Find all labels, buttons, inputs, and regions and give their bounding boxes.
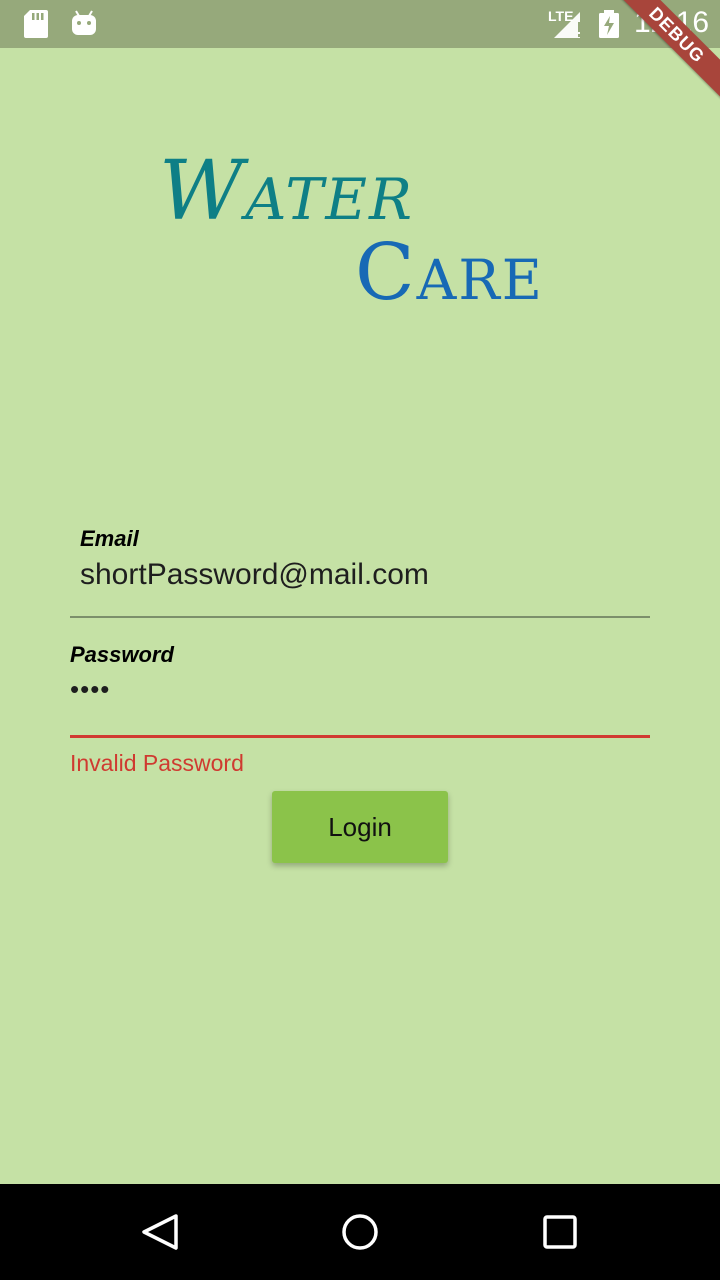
navigation-bar bbox=[0, 1184, 720, 1280]
recents-icon[interactable] bbox=[536, 1208, 584, 1256]
home-icon[interactable] bbox=[336, 1208, 384, 1256]
email-field[interactable]: Email shortPassword@mail.com bbox=[70, 520, 650, 618]
password-underline-error bbox=[70, 735, 650, 738]
status-bar: LTE 12:16 bbox=[0, 0, 720, 48]
password-field[interactable]: Password •••• bbox=[70, 638, 650, 738]
password-label: Password bbox=[70, 642, 174, 667]
battery-charging-icon bbox=[599, 10, 619, 38]
android-icon bbox=[72, 10, 96, 35]
password-error-message: Invalid Password bbox=[70, 750, 244, 776]
signal-icon bbox=[554, 12, 581, 38]
back-icon[interactable] bbox=[136, 1208, 184, 1256]
email-input[interactable]: shortPassword@mail.com bbox=[80, 558, 429, 592]
app-logo: Water Care bbox=[155, 144, 575, 320]
login-button[interactable]: Login bbox=[272, 791, 448, 863]
password-input[interactable]: •••• bbox=[70, 674, 110, 705]
email-underline bbox=[70, 616, 650, 618]
sd-card-icon bbox=[24, 10, 48, 38]
logo-line-water: Water bbox=[159, 144, 414, 239]
email-label: Email bbox=[80, 526, 139, 551]
logo-line-care: Care bbox=[355, 228, 544, 318]
